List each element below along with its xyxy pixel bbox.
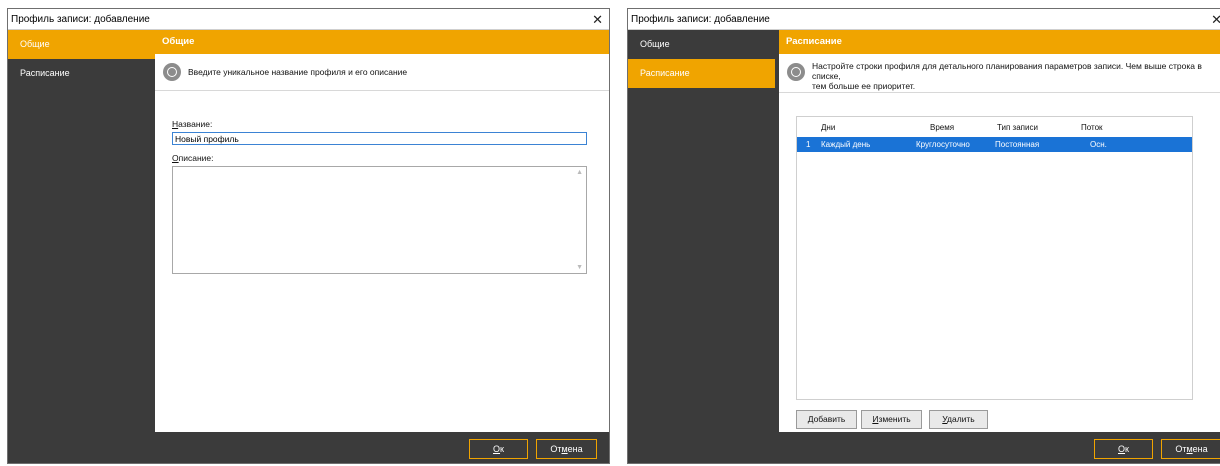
main-panel: Общие Введите уникальное название профил… — [155, 30, 609, 432]
sidebar-item-label: Общие — [640, 39, 670, 49]
window-title: Профиль записи: добавление — [631, 14, 770, 25]
sidebar-item-general[interactable]: Общие — [628, 30, 775, 59]
delete-button[interactable]: Удалить — [929, 410, 988, 429]
sidebar-item-label: Расписание — [20, 68, 70, 78]
column-header-days[interactable]: Дни — [821, 123, 835, 132]
profile-dialog-general: Профиль записи: добавление ✕ Общие Распи… — [7, 8, 610, 464]
sidebar-item-schedule[interactable]: Расписание — [628, 59, 775, 88]
title-bar: Профиль записи: добавление ✕ — [628, 9, 1220, 30]
table-header: Дни Время Тип записи Поток — [797, 117, 1192, 137]
info-text: Настройте строки профиля для детального … — [812, 61, 1220, 91]
footer: Ок Отмена — [628, 432, 1220, 463]
column-header-type[interactable]: Тип записи — [997, 123, 1038, 132]
cell-type: Постоянная — [995, 140, 1040, 149]
sidebar-item-schedule[interactable]: Расписание — [8, 59, 155, 88]
section-header: Общие — [155, 30, 609, 54]
info-row: Введите уникальное название профиля и ег… — [155, 54, 609, 91]
name-label: Название: — [172, 119, 213, 129]
cell-stream: Осн. — [1090, 140, 1107, 149]
table-row[interactable]: 1 Каждый день Круглосуточно Постоянная О… — [797, 137, 1192, 152]
footer: Ок Отмена — [8, 432, 609, 463]
column-header-time[interactable]: Время — [930, 123, 954, 132]
scroll-down-icon[interactable]: ▼ — [576, 264, 583, 271]
profile-dialog-schedule: Профиль записи: добавление ✕ Общие Распи… — [627, 8, 1220, 464]
description-label: Описание: — [172, 153, 214, 163]
main-panel: Расписание Настройте строки профиля для … — [779, 30, 1220, 432]
sidebar: Общие Расписание — [628, 30, 775, 432]
sidebar: Общие Расписание — [8, 30, 155, 432]
cancel-button[interactable]: Отмена — [1161, 439, 1220, 459]
sidebar-item-label: Общие — [20, 39, 50, 49]
cell-days: Каждый день — [821, 140, 871, 149]
info-circle-icon — [787, 63, 805, 81]
info-circle-icon — [163, 63, 181, 81]
ok-button[interactable]: Ок — [469, 439, 528, 459]
scroll-up-icon[interactable]: ▲ — [576, 169, 583, 176]
info-text: Введите уникальное название профиля и ег… — [188, 67, 408, 77]
edit-button[interactable]: Изменить — [861, 410, 922, 429]
sidebar-item-general[interactable]: Общие — [8, 30, 155, 59]
add-button[interactable]: Добавить — [796, 410, 857, 429]
column-header-stream[interactable]: Поток — [1081, 123, 1103, 132]
cell-time: Круглосуточно — [916, 140, 970, 149]
name-input[interactable] — [172, 132, 587, 145]
sidebar-item-label: Расписание — [640, 68, 690, 78]
close-icon[interactable]: ✕ — [1211, 9, 1220, 30]
close-icon[interactable]: ✕ — [592, 9, 603, 30]
info-text-line: Настройте строки профиля для детального … — [812, 61, 1202, 81]
ok-button[interactable]: Ок — [1094, 439, 1153, 459]
title-bar: Профиль записи: добавление ✕ — [8, 9, 609, 30]
window-title: Профиль записи: добавление — [11, 14, 150, 25]
info-text-line: тем больше ее приоритет. — [812, 81, 916, 91]
schedule-table[interactable]: Дни Время Тип записи Поток 1 Каждый день… — [796, 116, 1193, 400]
description-textarea[interactable]: ▲ ▼ — [172, 166, 587, 274]
section-header: Расписание — [779, 30, 1220, 54]
info-row: Настройте строки профиля для детального … — [779, 54, 1220, 93]
cancel-button[interactable]: Отмена — [536, 439, 597, 459]
row-number: 1 — [806, 140, 811, 149]
